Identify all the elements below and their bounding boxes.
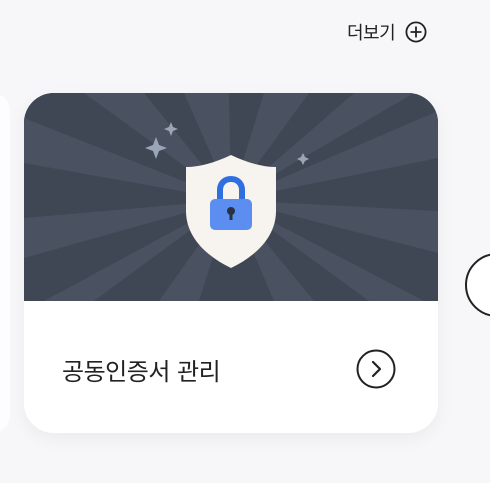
card-arrow-button[interactable] <box>356 349 396 389</box>
card-footer: 공동인증서 관리 <box>24 301 438 433</box>
screen: 더보기 공동인증서 관리 <box>0 0 490 483</box>
more-button[interactable]: 더보기 <box>347 19 427 45</box>
card-title: 공동인증서 관리 <box>62 358 221 386</box>
chevron-right-circle-icon <box>356 349 396 389</box>
certificate-card[interactable]: 공동인증서 관리 <box>24 93 438 433</box>
previous-card-peek <box>0 93 10 433</box>
next-card-button[interactable] <box>465 253 490 317</box>
hero-illustration <box>24 93 438 301</box>
plus-circle-icon <box>405 21 427 43</box>
card-hero <box>24 93 438 301</box>
more-label: 더보기 <box>347 23 396 44</box>
